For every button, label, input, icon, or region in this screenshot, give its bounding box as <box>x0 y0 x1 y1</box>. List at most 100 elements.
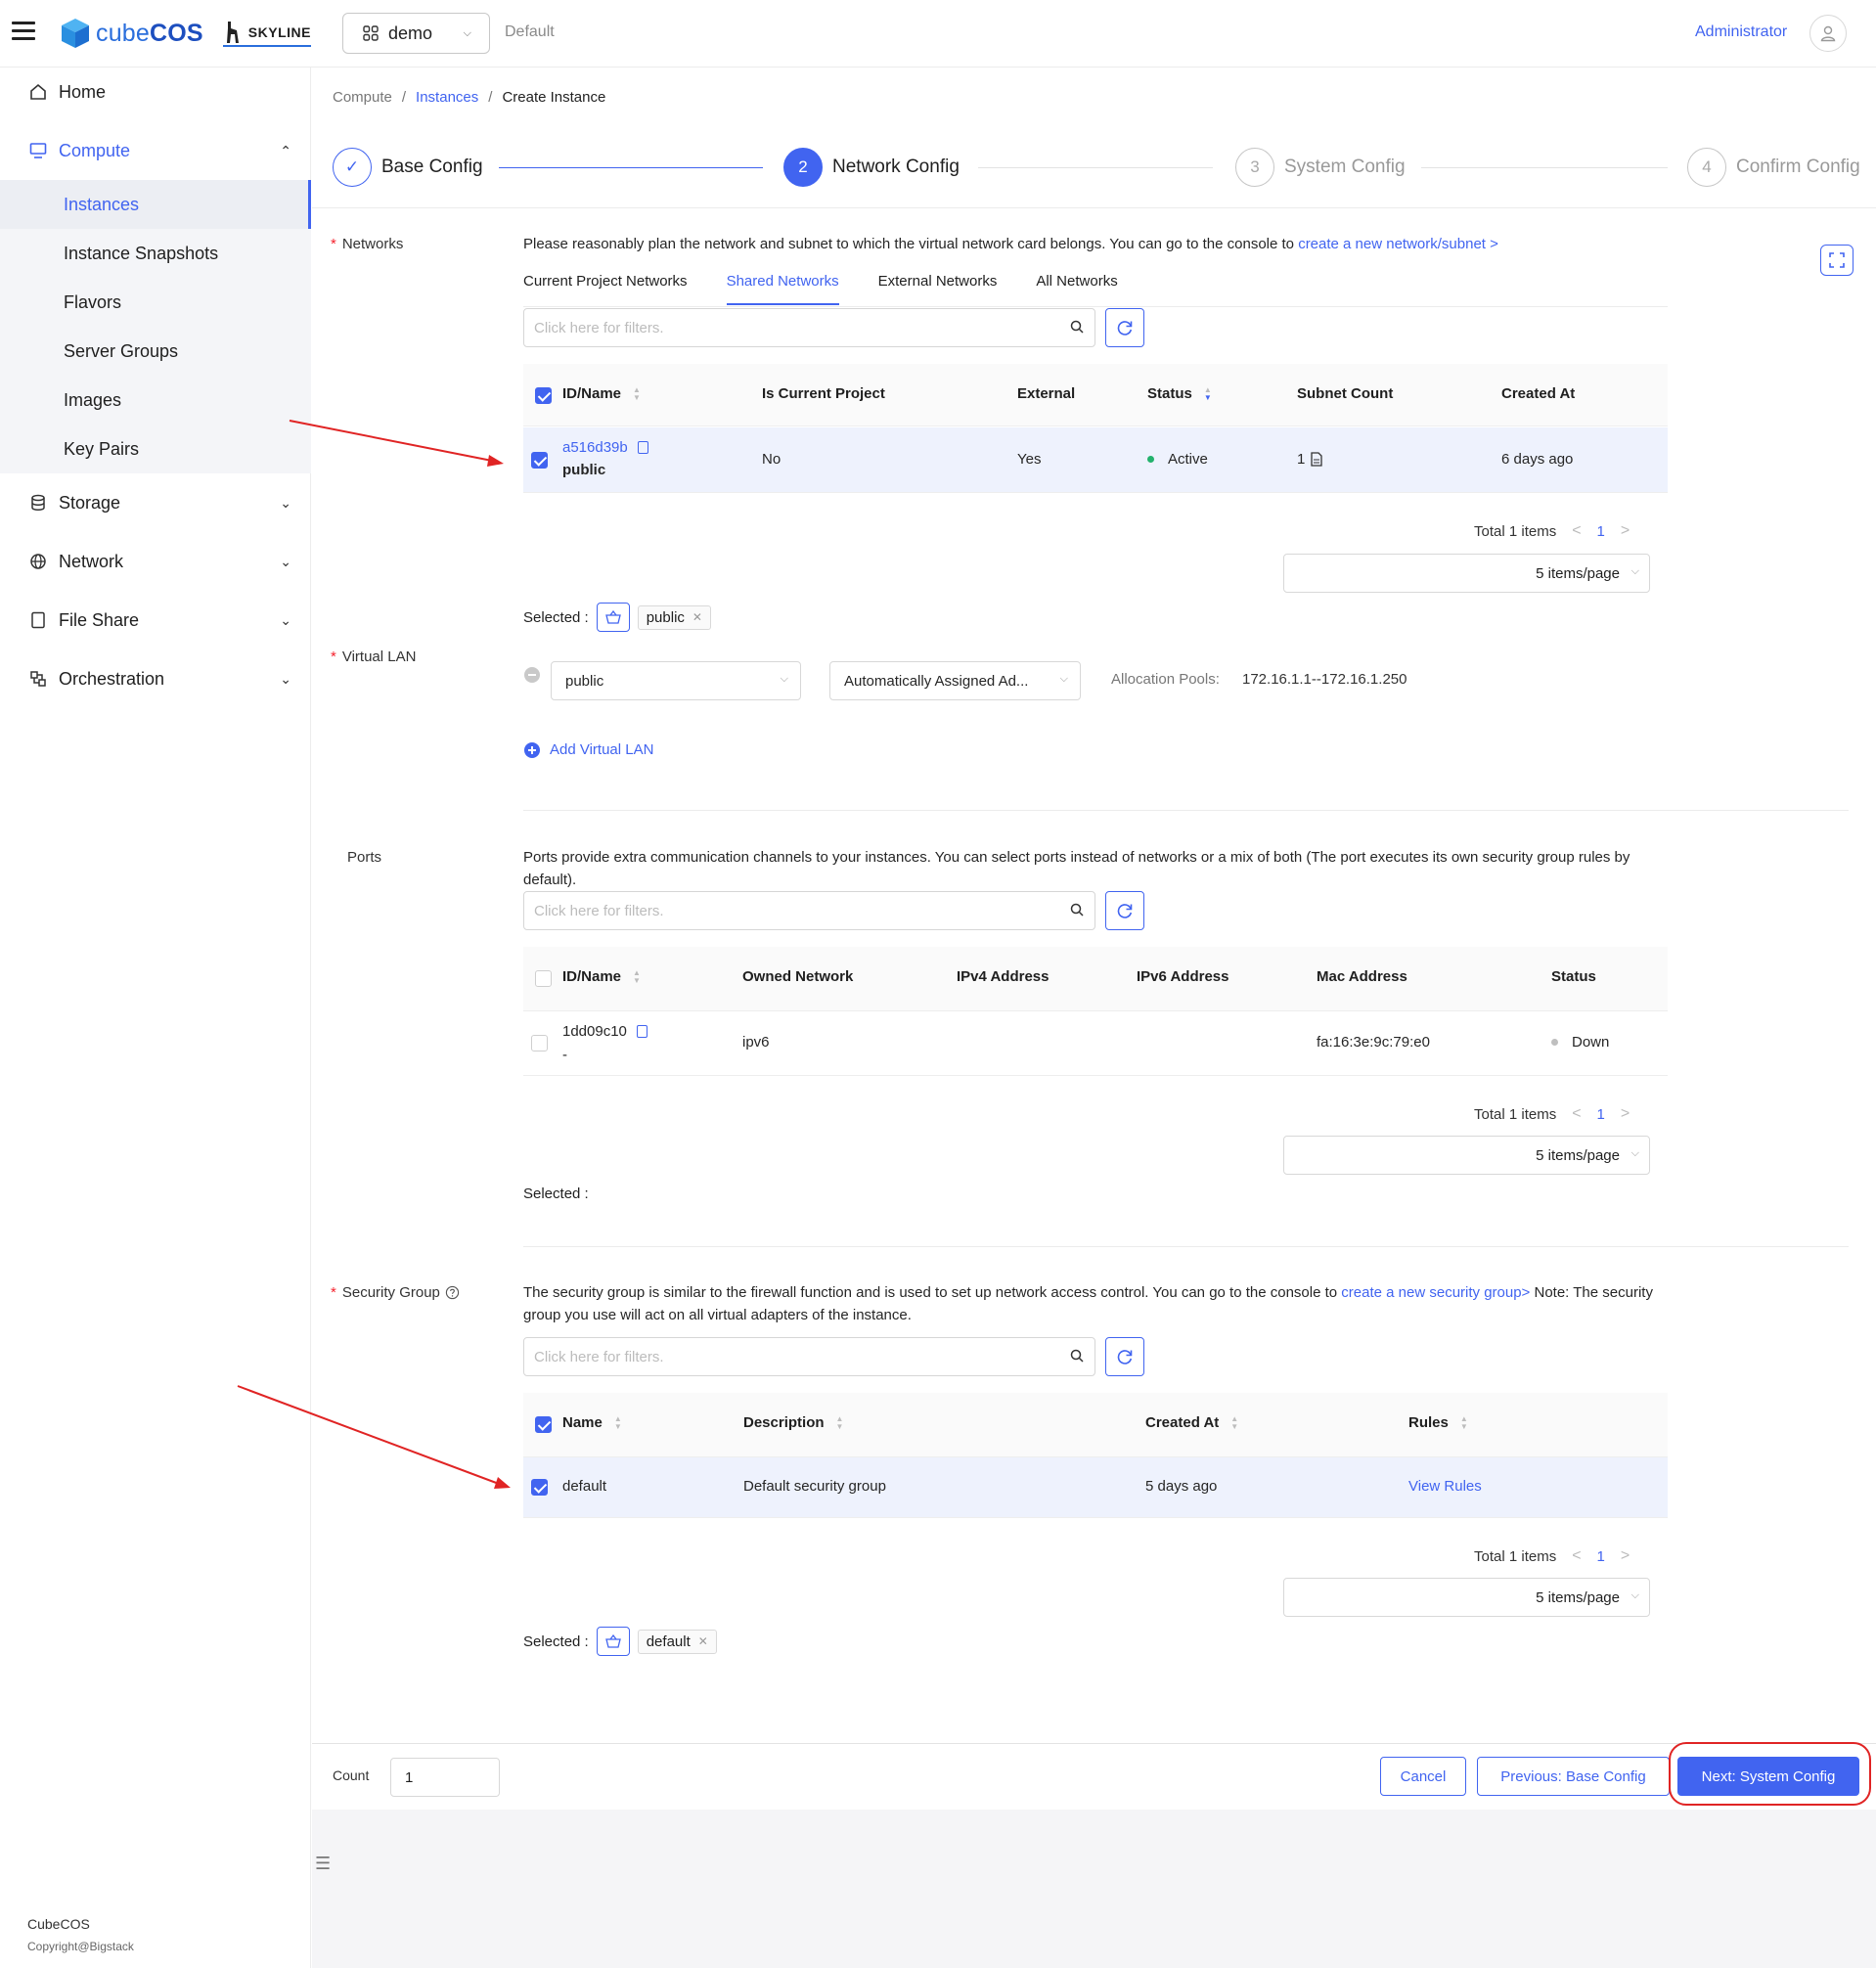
sidebar-item-server-groups[interactable]: Server Groups <box>0 327 311 376</box>
subnet-count-value[interactable]: 1 <box>1297 451 1322 468</box>
vlan-network-select[interactable]: public ⌵ <box>551 661 801 700</box>
tab-all-networks[interactable]: All Networks <box>1036 273 1117 305</box>
network-search-input[interactable]: Click here for filters. <box>523 308 1095 347</box>
network-id[interactable]: a516d39b <box>562 439 648 456</box>
search-icon <box>1070 320 1084 334</box>
project-select[interactable]: demo ⌵ <box>342 13 490 54</box>
select-all-checkbox[interactable] <box>535 970 552 987</box>
row-checkbox[interactable] <box>531 1035 548 1051</box>
page-size-select[interactable]: 5 items/page ⌵ <box>1283 1136 1650 1175</box>
col-status[interactable]: Status ▲ ▼ <box>1147 385 1212 402</box>
close-icon[interactable]: ✕ <box>692 610 702 624</box>
logo[interactable]: cubeCOS SKYLINE <box>61 18 311 49</box>
previous-button[interactable]: Previous: Base Config <box>1477 1757 1670 1796</box>
sidebar-item-instance-snapshots[interactable]: Instance Snapshots <box>0 229 311 278</box>
row-checkbox[interactable] <box>531 1479 548 1496</box>
divider <box>312 207 1876 208</box>
apps-icon <box>363 25 379 41</box>
refresh-icon <box>1117 1350 1133 1364</box>
col-rules[interactable]: Rules ▲ ▼ <box>1408 1414 1468 1431</box>
page-size-select[interactable]: 5 items/page ⌵ <box>1283 554 1650 593</box>
security-group-search-input[interactable]: Click here for filters. <box>523 1337 1095 1376</box>
table-row[interactable]: a516d39b public No Yes Active 1 6 days a… <box>523 427 1668 493</box>
next-page-icon[interactable]: > <box>1621 1105 1630 1123</box>
select-all-checkbox[interactable] <box>535 387 552 404</box>
avatar[interactable] <box>1809 15 1847 52</box>
port-id[interactable]: 1dd09c10 <box>562 1023 648 1040</box>
domain-label: Default <box>505 23 555 40</box>
selected-basket-button[interactable] <box>596 603 630 632</box>
col-name[interactable]: Name ▲ ▼ <box>562 1414 622 1431</box>
prev-page-icon[interactable]: < <box>1572 522 1581 540</box>
page-number[interactable]: 1 <box>1597 523 1605 540</box>
page-number[interactable]: 1 <box>1597 1106 1605 1123</box>
add-virtual-lan-button[interactable]: Add Virtual LAN <box>524 741 653 758</box>
breadcrumb-instances[interactable]: Instances <box>416 89 478 106</box>
security-group-table-header: Name ▲ ▼ Description ▲ ▼ Created At ▲ ▼ Rules ▲… <box>523 1393 1668 1457</box>
select-all-checkbox[interactable] <box>535 1416 552 1433</box>
table-row[interactable]: default Default security group 5 days ag… <box>523 1457 1668 1518</box>
chevron-down-icon: ⌵ <box>1630 1589 1639 1601</box>
sidebar: Home Compute ⌃ Instances Instance Snapsh… <box>0 67 311 1968</box>
col-status: Status <box>1551 968 1596 985</box>
total-items: Total 1 items <box>1474 522 1557 540</box>
prev-page-icon[interactable]: < <box>1572 1547 1581 1565</box>
tab-shared-networks[interactable]: Shared Networks <box>726 273 839 305</box>
count-input[interactable]: 1 <box>390 1758 500 1797</box>
sidebar-item-network[interactable]: Network ⌄ <box>0 537 311 586</box>
page-number[interactable]: 1 <box>1597 1548 1605 1565</box>
tab-external-networks[interactable]: External Networks <box>878 273 998 305</box>
ports-search-input[interactable]: Click here for filters. <box>523 891 1095 930</box>
sidebar-item-orchestration[interactable]: Orchestration ⌄ <box>0 654 311 703</box>
close-icon[interactable]: ✕ <box>698 1634 708 1648</box>
table-row[interactable]: 1dd09c10 - ipv6 fa:16:3e:9c:79:e0 Down <box>523 1011 1668 1076</box>
orchestration-icon <box>30 671 46 687</box>
breadcrumb-compute[interactable]: Compute <box>333 89 392 106</box>
next-page-icon[interactable]: > <box>1621 1547 1630 1565</box>
collapse-sidebar-icon[interactable]: ☰ <box>315 1854 342 1881</box>
network-refresh-button[interactable] <box>1105 308 1144 347</box>
sidebar-item-flavors[interactable]: Flavors <box>0 278 311 327</box>
col-id-name[interactable]: ID/Name ▲ ▼ <box>562 385 641 402</box>
view-rules-link[interactable]: View Rules <box>1408 1478 1482 1495</box>
copy-icon[interactable] <box>637 441 648 454</box>
security-group-selected: Selected : default ✕ <box>523 1627 717 1656</box>
user-name[interactable]: Administrator <box>1695 23 1787 41</box>
search-icon <box>1070 903 1084 917</box>
cancel-button[interactable]: Cancel <box>1380 1757 1466 1796</box>
sidebar-item-file-share[interactable]: File Share ⌄ <box>0 596 311 645</box>
col-created-at[interactable]: Created At ▲ ▼ <box>1145 1414 1238 1431</box>
selected-basket-button[interactable] <box>596 1627 630 1656</box>
remove-lan-icon[interactable] <box>524 667 540 683</box>
sidebar-item-home[interactable]: Home <box>0 67 311 116</box>
row-checkbox[interactable] <box>531 452 548 469</box>
next-page-icon[interactable]: > <box>1621 522 1630 540</box>
page-size-select[interactable]: 5 items/page ⌵ <box>1283 1578 1650 1617</box>
sidebar-item-storage[interactable]: Storage ⌄ <box>0 478 311 527</box>
sort-icon: ▲ ▼ <box>1203 384 1212 402</box>
help-icon[interactable] <box>445 1285 460 1300</box>
col-description[interactable]: Description ▲ ▼ <box>743 1414 843 1431</box>
copy-icon[interactable] <box>636 1025 648 1038</box>
ip-assignment-select[interactable]: Automatically Assigned Ad... ⌵ <box>829 661 1081 700</box>
monitor-icon <box>29 143 47 158</box>
step-connector <box>499 167 763 168</box>
tab-current-project-networks[interactable]: Current Project Networks <box>523 273 688 305</box>
create-security-group-link[interactable]: create a new security group> <box>1341 1284 1530 1301</box>
breadcrumb: Compute / Instances / Create Instance <box>333 89 605 106</box>
project-name: demo <box>388 22 433 43</box>
fullscreen-button[interactable] <box>1820 245 1854 276</box>
prev-page-icon[interactable]: < <box>1572 1105 1581 1123</box>
ports-refresh-button[interactable] <box>1105 891 1144 930</box>
sidebar-item-key-pairs[interactable]: Key Pairs <box>0 425 311 473</box>
basket-icon <box>604 1634 621 1648</box>
create-network-link[interactable]: create a new network/subnet > <box>1298 236 1498 252</box>
sidebar-item-instances[interactable]: Instances <box>0 180 311 229</box>
divider <box>523 1246 1849 1247</box>
security-group-refresh-button[interactable] <box>1105 1337 1144 1376</box>
col-id-name[interactable]: ID/Name ▲ ▼ <box>562 968 641 985</box>
menu-icon[interactable] <box>12 22 35 41</box>
footer-copyright: Copyright@Bigstack <box>27 1940 134 1953</box>
sidebar-item-compute[interactable]: Compute ⌃ <box>0 126 311 175</box>
sidebar-item-images[interactable]: Images <box>0 376 311 425</box>
